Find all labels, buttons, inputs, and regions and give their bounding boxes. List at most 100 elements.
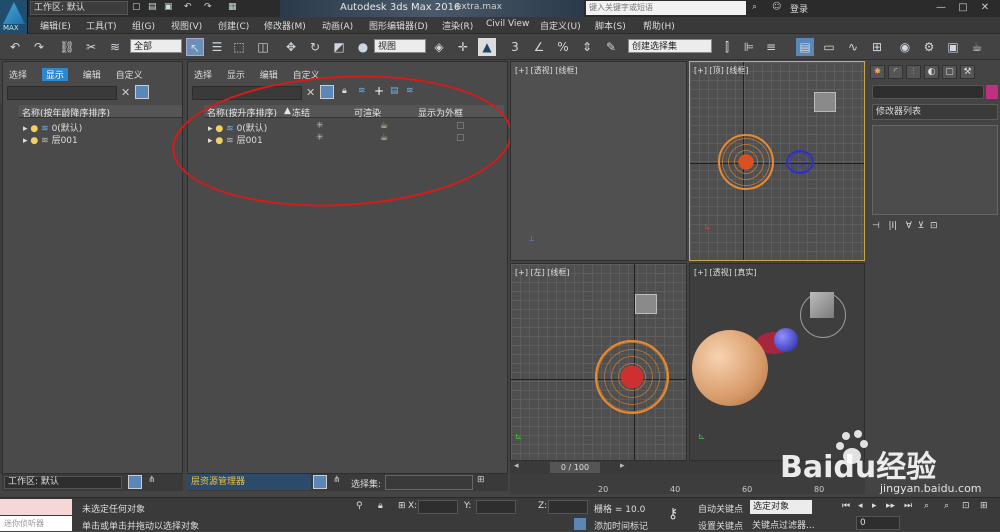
- menu-rendering[interactable]: 渲染(R): [442, 19, 473, 32]
- workspace-select[interactable]: 工作区: 默认: [30, 1, 128, 15]
- tab-customize[interactable]: 自定义: [116, 68, 143, 81]
- spinner-snap-icon[interactable]: ⇕: [578, 38, 596, 56]
- viewport-label[interactable]: [+] [透视] [真实]: [694, 267, 757, 278]
- menu-scripting[interactable]: 脚本(S): [595, 19, 626, 32]
- pivot-center-icon[interactable]: ◈: [430, 38, 448, 56]
- mirror-icon[interactable]: ⫿: [718, 38, 736, 56]
- undo-toolbar-icon[interactable]: ↶: [6, 38, 24, 56]
- explorer-toggle-icon[interactable]: [128, 475, 142, 489]
- sphere-object[interactable]: [692, 330, 768, 406]
- open-file-icon[interactable]: ▤: [148, 2, 157, 12]
- menu-group[interactable]: 组(G): [132, 19, 155, 32]
- selection-set-select[interactable]: [385, 475, 473, 490]
- layer-toggle-icon[interactable]: [313, 475, 327, 489]
- menu-create[interactable]: 创建(C): [218, 19, 249, 32]
- key-icon[interactable]: ⚷: [668, 506, 678, 522]
- modifier-list-select[interactable]: 修改器列表: [872, 104, 998, 120]
- frame-counter[interactable]: 0 / 100: [550, 462, 600, 473]
- link-icon[interactable]: ⛓: [58, 38, 76, 56]
- hierarchy-tab-icon[interactable]: ⫶: [906, 65, 921, 79]
- render-icon[interactable]: ☕: [968, 38, 986, 56]
- auto-key-button[interactable]: 自动关键点: [698, 502, 743, 515]
- modify-tab-icon[interactable]: ◜: [888, 65, 903, 79]
- zoom-extents-all-icon[interactable]: ⊞: [980, 501, 988, 511]
- menu-customize[interactable]: 自定义(U): [540, 19, 581, 32]
- schematic-view-icon[interactable]: ⊞: [868, 38, 886, 56]
- goto-start-icon[interactable]: ⏮: [842, 501, 850, 511]
- lock-selection-icon[interactable]: 🔒︎: [378, 501, 383, 511]
- menu-views[interactable]: 视图(V): [171, 19, 202, 32]
- play-icon[interactable]: ▸: [872, 501, 877, 511]
- cube-object[interactable]: [635, 294, 657, 314]
- filter-toggle-icon[interactable]: [135, 85, 149, 99]
- menu-civil-view[interactable]: Civil View: [486, 19, 529, 29]
- next-frame-icon[interactable]: ▸▸: [886, 501, 895, 511]
- key-filters-button[interactable]: 关键点过滤器...: [752, 518, 815, 531]
- reference-coord-select[interactable]: 视图: [374, 39, 426, 53]
- help-search-input[interactable]: 键入关键字或短语: [586, 1, 746, 15]
- app-logo-button[interactable]: MAX: [0, 0, 28, 34]
- viewport-perspective-wire[interactable]: [+] [透视] [线框] ⟂: [510, 61, 687, 261]
- login-button[interactable]: 登录: [790, 2, 808, 15]
- tab-edit[interactable]: 编辑: [260, 68, 278, 81]
- show-end-result-icon[interactable]: |I|: [888, 221, 897, 231]
- rendered-frame-icon[interactable]: ▣: [944, 38, 962, 56]
- object-name-input[interactable]: [872, 85, 984, 99]
- zoom-all-icon[interactable]: ⌕: [944, 501, 949, 511]
- menu-modifiers[interactable]: 修改器(M): [264, 19, 306, 32]
- tab-select[interactable]: 选择: [9, 68, 27, 81]
- named-selection-select[interactable]: 创建选择集: [628, 39, 712, 53]
- clear-search-icon[interactable]: ✕: [121, 86, 130, 99]
- y-coordinate-field[interactable]: [476, 500, 516, 514]
- bind-space-warp-icon[interactable]: ≋: [106, 38, 124, 56]
- hierarchy-icon[interactable]: ⋔: [333, 475, 341, 485]
- snaps-toggle-icon[interactable]: 3: [506, 38, 524, 56]
- redo-icon[interactable]: ↷: [204, 2, 212, 12]
- layer-row[interactable]: ▸ ● ≋ 层001: [23, 133, 173, 146]
- utilities-tab-icon[interactable]: ⚒: [960, 65, 975, 79]
- tab-display[interactable]: 显示: [227, 68, 245, 81]
- menu-help[interactable]: 帮助(H): [643, 19, 675, 32]
- layer-explorer-select[interactable]: 层资源管理器: [187, 474, 311, 490]
- hierarchy-icon[interactable]: ⋔: [148, 475, 156, 485]
- motion-tab-icon[interactable]: ◐: [924, 65, 939, 79]
- project-folder-icon[interactable]: ▦: [228, 2, 237, 12]
- prev-frame-icon[interactable]: ◂: [858, 501, 863, 511]
- save-file-icon[interactable]: ▣: [164, 2, 173, 12]
- current-frame-field[interactable]: 0: [856, 516, 900, 530]
- unlink-icon[interactable]: ✂: [82, 38, 100, 56]
- configure-sets-icon[interactable]: ⊡: [930, 221, 938, 231]
- material-editor-icon[interactable]: ◉: [896, 38, 914, 56]
- remove-modifier-icon[interactable]: ⊻: [918, 221, 925, 231]
- undo-icon[interactable]: ↶: [184, 2, 192, 12]
- display-tab-icon[interactable]: ▢: [942, 65, 957, 79]
- goto-end-icon[interactable]: ⏭: [904, 501, 912, 511]
- maxscript-listener-input[interactable]: 迷你侦听器: [0, 516, 72, 531]
- keyboard-shortcut-toggle-icon[interactable]: ▲: [478, 38, 496, 56]
- placement-icon[interactable]: ●: [354, 38, 372, 56]
- x-coordinate-field[interactable]: [418, 500, 458, 514]
- menu-tools[interactable]: 工具(T): [86, 19, 117, 32]
- angle-snap-icon[interactable]: ∠: [530, 38, 548, 56]
- small-sphere-object[interactable]: [774, 328, 798, 352]
- align-icon[interactable]: ⊫: [740, 38, 758, 56]
- small-sphere-object[interactable]: [786, 150, 814, 174]
- find-input[interactable]: [7, 86, 117, 100]
- menu-edit[interactable]: 编辑(E): [40, 19, 71, 32]
- add-time-tag-button[interactable]: 添加时间标记: [594, 519, 648, 532]
- pin-icon[interactable]: ⚲: [356, 501, 363, 511]
- object-color-swatch[interactable]: [986, 85, 998, 99]
- curve-editor-icon[interactable]: ∿: [844, 38, 862, 56]
- expand-icon[interactable]: ▸: [23, 136, 28, 146]
- window-crossing-icon[interactable]: ◫: [254, 38, 272, 56]
- viewport-left[interactable]: [+] [左] [线框] ⊾: [510, 263, 687, 461]
- select-by-name-icon[interactable]: ☰: [208, 38, 226, 56]
- close-button[interactable]: ✕: [974, 1, 996, 15]
- selection-filter-select[interactable]: 全部: [130, 39, 182, 53]
- viewport-label[interactable]: [+] [顶] [线框]: [694, 65, 749, 76]
- minimize-button[interactable]: —: [930, 1, 952, 15]
- viewport-label[interactable]: [+] [透视] [线框]: [515, 65, 578, 76]
- scale-icon[interactable]: ◩: [330, 38, 348, 56]
- set-key-button[interactable]: 设置关键点: [698, 519, 743, 532]
- next-arrow-icon[interactable]: ▸: [620, 461, 625, 471]
